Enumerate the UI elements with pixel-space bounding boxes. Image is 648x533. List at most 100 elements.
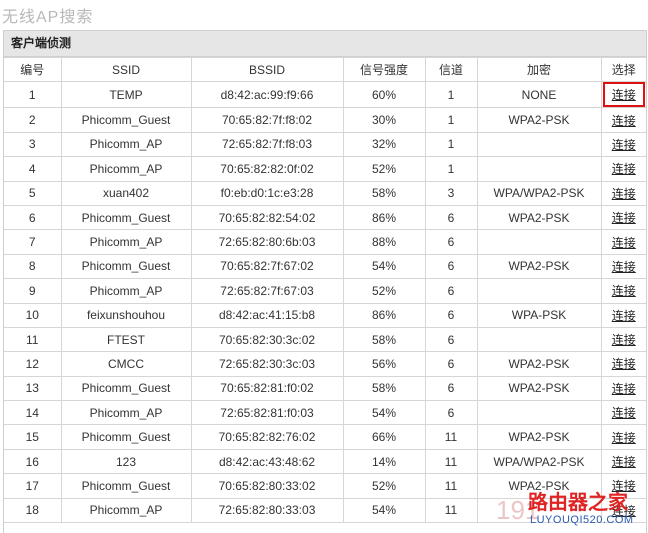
cell-ssid: xuan402 <box>60 180 192 206</box>
connect-link[interactable]: 连接 <box>609 208 639 227</box>
column-header-select: 选择 <box>600 56 646 83</box>
cell-bssid: d8:42:ac:41:15:b8 <box>190 302 344 328</box>
connect-link[interactable]: 连接 <box>609 233 639 252</box>
connect-link[interactable]: 连接 <box>609 428 639 447</box>
cell-encryption <box>476 400 602 426</box>
cell-select: 连接 <box>600 351 646 377</box>
cell-bssid: 70:65:82:82:54:02 <box>190 204 344 231</box>
cell-channel: 6 <box>424 351 478 377</box>
cell-encryption <box>476 326 602 353</box>
cell-ssid: Phicomm_Guest <box>60 375 192 402</box>
cell-encryption: WPA-PSK <box>476 302 602 328</box>
cell-bssid: d8:42:ac:43:48:62 <box>190 448 344 475</box>
cell-select: 连接 <box>600 180 646 206</box>
cell-encryption: NONE <box>476 81 602 109</box>
cell-encryption <box>476 497 602 524</box>
cell-number: 10 <box>4 302 62 328</box>
cell-signal: 58% <box>342 375 426 402</box>
cell-ssid: Phicomm_Guest <box>60 473 192 499</box>
connect-link[interactable]: 连接 <box>609 257 639 276</box>
connect-link[interactable]: 连接 <box>609 379 639 398</box>
cell-encryption <box>476 131 602 158</box>
cell-bssid: 70:65:82:82:76:02 <box>190 424 344 450</box>
cell-encryption: WPA/WPA2-PSK <box>476 180 602 206</box>
table-row: 17 Phicomm_Guest 70:65:82:80:33:02 52% 11 WPA… <box>4 473 646 499</box>
column-header-number: 编号 <box>4 56 62 83</box>
cell-channel: 1 <box>424 156 478 182</box>
cell-select: 连接 <box>600 424 646 450</box>
connect-link[interactable]: 连接 <box>609 330 639 349</box>
cell-ssid: Phicomm_AP <box>60 131 192 158</box>
cell-ssid: Phicomm_Guest <box>60 253 192 280</box>
connect-link[interactable]: 连接 <box>609 306 639 325</box>
cell-ssid: Phicomm_AP <box>60 156 192 182</box>
column-header-channel: 信道 <box>424 56 478 83</box>
cell-channel: 1 <box>424 81 478 109</box>
cell-channel: 1 <box>424 107 478 133</box>
connect-link[interactable]: 连接 <box>609 476 639 495</box>
cell-bssid: 70:65:82:7f:67:02 <box>190 253 344 280</box>
client-detection-panel: 客户端侦测 编号 SSID BSSID 信号强度 信道 加密 选择 1 TEMP d… <box>3 30 647 533</box>
cell-ssid: TEMP <box>60 81 192 109</box>
cell-bssid: 72:65:82:30:3c:03 <box>190 351 344 377</box>
cell-ssid: Phicomm_Guest <box>60 204 192 231</box>
page-title: 无线AP搜索 <box>2 9 94 26</box>
cell-signal: 66% <box>342 424 426 450</box>
connect-link[interactable]: 连接 <box>609 501 639 520</box>
cell-bssid: 70:65:82:7f:f8:02 <box>190 107 344 133</box>
table-row: 12 CMCC 72:65:82:30:3c:03 56% 6 WPA2-PSK 连接 <box>4 351 646 377</box>
cell-number: 4 <box>4 156 62 182</box>
cell-bssid: 70:65:82:80:33:02 <box>190 473 344 499</box>
cell-number: 6 <box>4 204 62 231</box>
cell-encryption: WPA2-PSK <box>476 375 602 402</box>
cell-ssid: Phicomm_AP <box>60 497 192 524</box>
connect-link[interactable]: 连接 <box>609 452 639 471</box>
cell-select: 连接 <box>600 400 646 426</box>
table-row: 3 Phicomm_AP 72:65:82:7f:f8:03 32% 1 连接 <box>4 131 646 158</box>
connect-link[interactable]: 连接 <box>602 82 645 107</box>
cell-number: 16 <box>4 448 62 475</box>
connect-link[interactable]: 连接 <box>609 184 639 203</box>
cell-select: 连接 <box>600 473 646 499</box>
cell-bssid: f0:eb:d0:1c:e3:28 <box>190 180 344 206</box>
cell-channel: 6 <box>424 375 478 402</box>
connect-link[interactable]: 连接 <box>609 281 639 300</box>
cell-signal: 58% <box>342 180 426 206</box>
cell-encryption: WPA/WPA2-PSK <box>476 448 602 475</box>
connect-link[interactable]: 连接 <box>609 403 639 422</box>
column-header-encryption: 加密 <box>476 56 602 83</box>
cell-encryption: WPA2-PSK <box>476 473 602 499</box>
cell-ssid: Phicomm_Guest <box>60 107 192 133</box>
cell-ssid: feixunshouhou <box>60 302 192 328</box>
cell-ssid: CMCC <box>60 351 192 377</box>
cell-select: 连接 <box>600 448 646 475</box>
table-row: 8 Phicomm_Guest 70:65:82:7f:67:02 54% 6 WPA2-… <box>4 253 646 280</box>
cell-encryption <box>476 229 602 255</box>
table-row: 9 Phicomm_AP 72:65:82:7f:67:03 52% 6 连接 <box>4 278 646 304</box>
cell-signal: 54% <box>342 400 426 426</box>
cell-number: 2 <box>4 107 62 133</box>
cell-select: 连接 <box>600 131 646 158</box>
connect-link[interactable]: 连接 <box>609 159 639 178</box>
table-row: 2 Phicomm_Guest 70:65:82:7f:f8:02 30% 1 WPA2-… <box>4 107 646 133</box>
table-row: 7 Phicomm_AP 72:65:82:80:6b:03 88% 6 连接 <box>4 229 646 255</box>
cell-number: 14 <box>4 400 62 426</box>
table-row: 15 Phicomm_Guest 70:65:82:82:76:02 66% 11 WPA… <box>4 424 646 450</box>
cell-number: 12 <box>4 351 62 377</box>
cell-select: 连接 <box>600 375 646 402</box>
cell-select: 连接 <box>600 204 646 231</box>
cell-signal: 56% <box>342 351 426 377</box>
cell-number: 3 <box>4 131 62 158</box>
cell-channel: 6 <box>424 302 478 328</box>
connect-link[interactable]: 连接 <box>609 354 639 373</box>
connect-link[interactable]: 连接 <box>609 111 639 130</box>
cell-signal: 32% <box>342 131 426 158</box>
cell-bssid: 72:65:82:80:6b:03 <box>190 229 344 255</box>
column-header-bssid: BSSID <box>190 56 344 83</box>
connect-link[interactable]: 连接 <box>609 135 639 154</box>
cell-signal: 54% <box>342 253 426 280</box>
cell-signal: 58% <box>342 326 426 353</box>
cell-signal: 86% <box>342 204 426 231</box>
cell-select: 连接 <box>600 278 646 304</box>
cell-number: 7 <box>4 229 62 255</box>
